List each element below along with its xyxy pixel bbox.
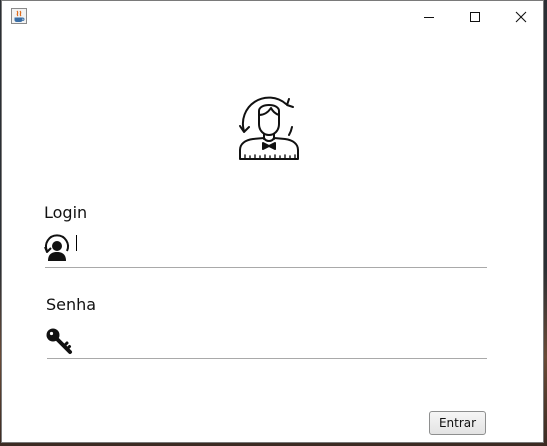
login-input[interactable] bbox=[76, 233, 486, 261]
minimize-icon bbox=[424, 17, 434, 18]
minimize-button[interactable] bbox=[406, 1, 452, 33]
login-underline bbox=[45, 267, 487, 268]
password-underline bbox=[47, 358, 487, 359]
close-icon bbox=[515, 11, 527, 23]
password-input[interactable] bbox=[78, 327, 486, 355]
maximize-button[interactable] bbox=[452, 1, 498, 33]
title-bar bbox=[2, 1, 543, 33]
entrar-button[interactable]: Entrar bbox=[429, 411, 486, 435]
user-avatar-icon bbox=[235, 93, 303, 163]
key-icon bbox=[45, 327, 73, 355]
login-window: Login Senha Entrar bbox=[1, 0, 544, 443]
user-refresh-icon bbox=[43, 234, 71, 262]
java-app-icon bbox=[11, 8, 27, 24]
senha-label: Senha bbox=[46, 295, 97, 314]
close-button[interactable] bbox=[498, 1, 544, 33]
login-label: Login bbox=[44, 203, 88, 222]
text-caret bbox=[76, 235, 77, 251]
maximize-icon bbox=[470, 12, 480, 22]
